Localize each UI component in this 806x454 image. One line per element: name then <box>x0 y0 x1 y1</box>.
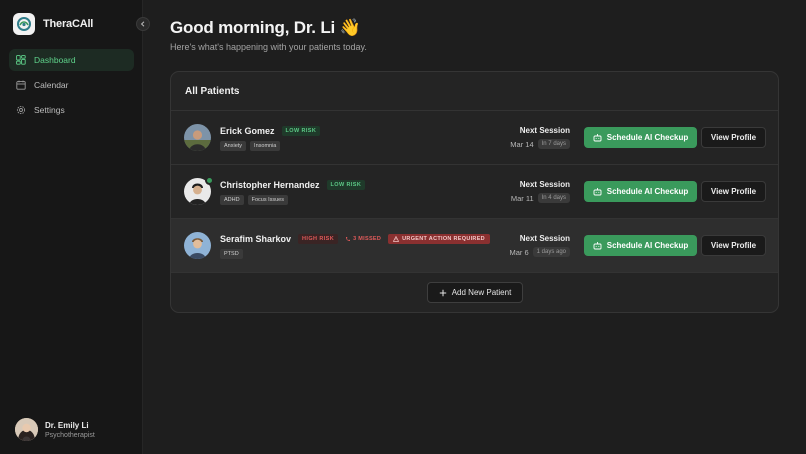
table-row[interactable]: Christopher Hernandez LOW RISK ADHD Focu… <box>171 165 778 219</box>
robot-icon <box>593 188 602 196</box>
collapse-sidebar-button[interactable] <box>136 17 150 31</box>
tag: Focus Issues <box>247 195 288 205</box>
patient-name[interactable]: Serafim Sharkov <box>220 234 291 244</box>
avatar <box>184 232 211 259</box>
sidebar-item-calendar[interactable]: Calendar <box>9 74 134 96</box>
user-role: Psychotherapist <box>45 431 95 439</box>
table-row[interactable]: Serafim Sharkov HIGH RISK 3 MISSED URGEN… <box>171 219 778 273</box>
session-relative-badge: 1 days ago <box>532 247 570 257</box>
view-profile-button[interactable]: View Profile <box>701 235 766 256</box>
tag-list: Anxiety Insomnia <box>220 141 281 151</box>
avatar <box>184 124 211 151</box>
phone-missed-icon <box>346 237 351 241</box>
tag: ADHD <box>220 195 244 205</box>
sidebar-item-label: Calendar <box>34 80 69 90</box>
tag-list: ADHD Focus Issues <box>220 195 288 205</box>
sidebar-nav: Dashboard Calendar Settings <box>9 49 134 124</box>
tag: Insomnia <box>250 141 281 151</box>
button-label: Schedule AI Checkup <box>606 241 689 250</box>
online-status-icon <box>205 176 214 185</box>
sidebar: TheraCAll Dashboard Calendar Settings Dr… <box>0 0 150 454</box>
session-label: Next Session <box>519 126 570 135</box>
session-label: Next Session <box>519 234 570 243</box>
session-date: Mar 6 <box>509 247 529 257</box>
patient-name[interactable]: Christopher Hernandez <box>220 180 320 190</box>
add-patient-button[interactable]: Add New Patient <box>427 282 523 303</box>
sidebar-item-settings[interactable]: Settings <box>9 99 134 121</box>
calendar-icon <box>16 80 26 90</box>
view-profile-button[interactable]: View Profile <box>701 181 766 202</box>
missed-count: 3 MISSED <box>353 236 382 242</box>
page-title: Good morning, Dr. Li 👋 <box>170 18 361 37</box>
status-badge: LOW RISK <box>326 180 366 190</box>
app-name: TheraCAll <box>43 18 94 30</box>
sidebar-item-dashboard[interactable]: Dashboard <box>9 49 134 71</box>
session-relative-badge: In 4 days <box>537 193 570 203</box>
session-date: Mar 11 <box>510 193 534 203</box>
sidebar-item-label: Dashboard <box>34 55 76 65</box>
urgent-badge: URGENT ACTION REQUIRED <box>388 234 490 244</box>
card-title: All Patients <box>171 72 778 111</box>
next-session: Next Session Mar 11 In 4 days <box>511 180 570 203</box>
next-session: Next Session Mar 6 1 days ago <box>509 234 570 257</box>
user-name: Dr. Emily Li <box>45 420 89 430</box>
patients-card: All Patients Erick Gomez LOW RISK Anxiet… <box>170 71 779 313</box>
schedule-ai-checkup-button[interactable]: Schedule AI Checkup <box>584 235 697 256</box>
plus-icon <box>439 289 446 296</box>
table-row[interactable]: Erick Gomez LOW RISK Anxiety Insomnia Ne… <box>171 111 778 165</box>
missed-calls-badge: 3 MISSED <box>345 236 381 242</box>
sidebar-item-label: Settings <box>34 105 65 115</box>
avatar <box>15 418 38 441</box>
view-profile-button[interactable]: View Profile <box>701 127 766 148</box>
schedule-ai-checkup-button[interactable]: Schedule AI Checkup <box>584 127 697 148</box>
tag: PTSD <box>220 249 243 259</box>
schedule-ai-checkup-button[interactable]: Schedule AI Checkup <box>584 181 697 202</box>
session-label: Next Session <box>519 180 570 189</box>
robot-icon <box>593 134 602 142</box>
button-label: Add New Patient <box>451 288 512 297</box>
tag: Anxiety <box>220 141 247 151</box>
grid-icon <box>16 55 26 65</box>
status-badge: HIGH RISK <box>298 234 339 244</box>
main-content: Good morning, Dr. Li 👋 Here's what's hap… <box>143 0 806 454</box>
gear-icon <box>16 105 26 115</box>
urgent-label: URGENT ACTION REQUIRED <box>402 236 485 242</box>
next-session: Next Session Mar 14 In 7 days <box>510 126 570 149</box>
session-relative-badge: In 7 days <box>537 139 570 149</box>
button-label: Schedule AI Checkup <box>606 133 689 142</box>
status-badge: LOW RISK <box>281 126 321 136</box>
robot-icon <box>593 242 602 250</box>
chevron-left-icon <box>140 21 145 27</box>
app-logo-icon <box>13 13 35 35</box>
tag-list: PTSD <box>220 249 243 259</box>
patient-name[interactable]: Erick Gomez <box>220 126 275 136</box>
brand[interactable]: TheraCAll <box>13 13 93 35</box>
session-date: Mar 14 <box>510 139 534 149</box>
button-label: Schedule AI Checkup <box>606 187 689 196</box>
page-subtitle: Here's what's happening with your patien… <box>170 42 367 52</box>
user-profile[interactable]: Dr. Emily Li Psychotherapist <box>15 418 95 441</box>
warning-icon <box>393 236 400 242</box>
